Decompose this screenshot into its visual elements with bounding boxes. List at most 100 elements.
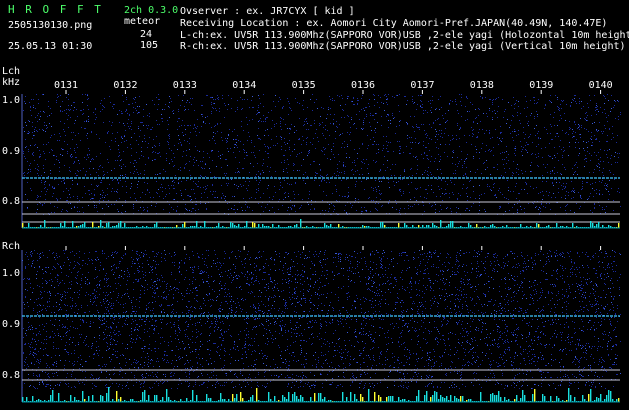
echo-bar bbox=[532, 394, 534, 402]
echo-bar bbox=[534, 389, 536, 402]
echo-bar bbox=[60, 223, 62, 228]
echo-bar bbox=[230, 222, 232, 228]
echo-bar bbox=[258, 224, 260, 228]
echo-bar bbox=[390, 396, 392, 402]
echo-bar bbox=[22, 223, 24, 228]
echo-bar bbox=[368, 389, 370, 402]
echo-bar bbox=[310, 397, 312, 402]
echo-bar bbox=[252, 222, 254, 228]
echo-bar bbox=[542, 394, 544, 402]
echo-bar bbox=[154, 395, 156, 402]
echo-bar bbox=[72, 221, 74, 228]
echo-bar bbox=[50, 395, 52, 402]
echo-bar bbox=[418, 390, 420, 402]
echo-bar bbox=[440, 395, 442, 402]
echo-bar bbox=[430, 397, 432, 402]
echo-bar bbox=[204, 221, 206, 228]
echo-bar bbox=[250, 397, 252, 402]
echo-bar bbox=[522, 390, 524, 402]
echo-bar bbox=[454, 396, 456, 402]
echo-bar bbox=[388, 396, 390, 402]
echo-bar bbox=[498, 391, 500, 402]
echo-bar bbox=[496, 395, 498, 402]
echo-bar bbox=[572, 223, 574, 228]
echo-bar bbox=[354, 394, 356, 402]
echo-bar bbox=[520, 398, 522, 402]
echo-bar bbox=[232, 394, 234, 402]
echo-bar bbox=[26, 397, 28, 402]
echo-bar bbox=[588, 394, 590, 402]
echo-bar bbox=[574, 397, 576, 402]
echo-bar bbox=[208, 398, 210, 402]
echo-bar bbox=[360, 394, 362, 402]
echo-bar bbox=[254, 223, 256, 228]
echo-bar bbox=[544, 396, 546, 402]
echo-bar bbox=[28, 223, 30, 228]
echo-bar bbox=[492, 393, 494, 402]
echo-bar bbox=[82, 391, 84, 402]
echo-bar bbox=[102, 396, 104, 402]
echo-bar bbox=[302, 397, 304, 402]
echo-bar bbox=[520, 224, 522, 228]
echo-bar bbox=[350, 392, 352, 402]
echo-bar bbox=[460, 396, 462, 402]
echo-bar bbox=[120, 221, 122, 228]
echo-bar bbox=[240, 392, 242, 402]
echo-bar bbox=[82, 224, 84, 228]
echo-bar bbox=[206, 394, 208, 402]
echo-bar bbox=[300, 219, 302, 228]
echo-bar bbox=[256, 388, 258, 402]
echo-bar bbox=[156, 395, 158, 402]
echo-bar bbox=[166, 389, 168, 402]
echo-bar bbox=[342, 392, 344, 402]
echo-bar bbox=[196, 221, 198, 228]
echo-bar bbox=[292, 394, 294, 402]
echo-bar bbox=[568, 388, 570, 402]
echo-bar bbox=[608, 390, 610, 402]
echo-bar bbox=[618, 223, 620, 228]
echo-bar bbox=[92, 222, 94, 228]
echo-bar bbox=[596, 397, 598, 402]
echo-bar bbox=[494, 395, 496, 402]
echo-bar bbox=[296, 224, 298, 228]
echo-bar bbox=[162, 397, 164, 402]
echo-bar bbox=[450, 221, 452, 228]
echo-bar bbox=[404, 223, 406, 228]
echo-bar bbox=[274, 396, 276, 402]
echo-bar bbox=[592, 223, 594, 228]
echo-bar bbox=[106, 223, 108, 228]
echo-bar bbox=[434, 391, 436, 402]
echo-bar bbox=[196, 395, 198, 402]
echo-bar bbox=[118, 223, 120, 228]
echo-bar bbox=[550, 396, 552, 402]
echo-bar bbox=[44, 220, 46, 228]
echo-bar bbox=[380, 222, 382, 228]
echo-bar bbox=[182, 224, 184, 228]
echo-bar bbox=[426, 391, 428, 402]
echo-bar bbox=[236, 394, 238, 402]
echo-bar bbox=[432, 395, 434, 402]
echo-bar bbox=[282, 395, 284, 402]
echo-bar bbox=[58, 393, 60, 402]
echo-bar bbox=[64, 221, 66, 228]
echo-bar bbox=[536, 223, 538, 228]
echo-bar bbox=[374, 392, 376, 402]
echo-bar bbox=[392, 396, 394, 402]
echo-bar bbox=[570, 395, 572, 402]
echo-bar bbox=[246, 221, 248, 228]
echo-bar bbox=[440, 220, 442, 228]
echo-bar bbox=[516, 395, 518, 402]
echo-bar bbox=[398, 397, 400, 402]
echo-bar bbox=[450, 395, 452, 402]
echo-bar bbox=[416, 396, 418, 402]
echo-bar bbox=[300, 395, 302, 402]
echo-bar bbox=[582, 395, 584, 402]
echo-bar bbox=[220, 393, 222, 402]
echo-bar bbox=[252, 395, 254, 402]
echo-bar bbox=[330, 224, 332, 228]
echo-bar bbox=[124, 223, 126, 228]
echo-bar bbox=[142, 392, 144, 402]
echo-bar bbox=[436, 392, 438, 402]
echo-bar bbox=[398, 223, 400, 228]
echo-bar bbox=[232, 223, 234, 228]
